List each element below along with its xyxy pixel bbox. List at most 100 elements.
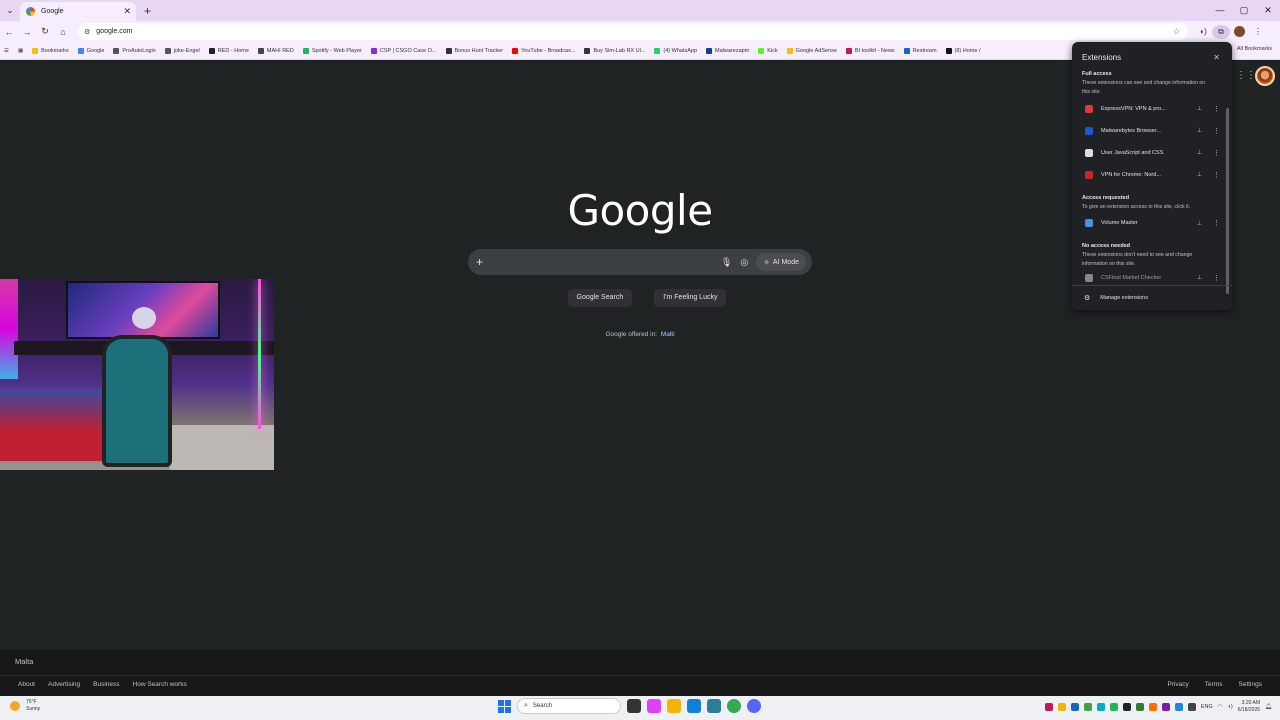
sidebar-toggle-icon[interactable]: ☰ [4,48,9,54]
weather-widget[interactable]: 75°F Sunny [10,699,40,712]
extensions-scrollbar[interactable] [1226,108,1229,294]
extension-item[interactable]: ExpressVPN: VPN & pro... ⊥ ⋮ [1082,98,1222,120]
tray-app-icon[interactable] [1109,702,1118,711]
maximize-icon[interactable]: ▢ [1232,0,1256,21]
bookmark-item[interactable]: ProAutoLogin [113,47,156,54]
close-window-icon[interactable]: ✕ [1256,0,1280,21]
bookmark-item[interactable]: Bookmarks [32,47,69,54]
footer-link-advertising[interactable]: Advertising [48,681,80,688]
pin-icon[interactable]: ⊥ [1197,171,1202,178]
all-bookmarks-button[interactable]: All Bookmarks [1237,46,1272,52]
reload-icon[interactable]: ↻ [36,26,54,37]
site-info-icon[interactable]: ⚙ [84,28,90,36]
menu-kebab-icon[interactable]: ⋮ [1249,27,1267,36]
edge-icon[interactable] [687,699,701,713]
bookmark-item[interactable]: Google [77,47,104,54]
tray-app-icon[interactable] [1187,702,1196,711]
more-options-icon[interactable]: ⋮ [1213,274,1220,282]
bookmark-item[interactable]: YouTube - Broadcas... [512,47,575,54]
windows-start-icon[interactable] [498,699,511,713]
footer-link-settings[interactable]: Settings [1239,681,1263,688]
apps-grid-icon[interactable]: ▦ [18,48,23,54]
tray-app-icon[interactable] [1174,702,1183,711]
more-options-icon[interactable]: ⋮ [1213,105,1220,113]
taskbar-search[interactable]: ⌕ Search [517,698,621,714]
tray-app-icon[interactable] [1057,702,1066,711]
search-box[interactable]: + 🎙 ◎ ✧ AI Mode [468,249,812,275]
footer-link-about[interactable]: About [18,681,35,688]
clock[interactable]: 3:20 AM 6/18/2026 [1238,700,1260,713]
voice-search-icon[interactable]: 🎙 [721,257,732,268]
store-icon[interactable] [707,699,721,713]
close-icon[interactable]: ✕ [1213,53,1220,62]
google-account-avatar[interactable] [1255,66,1275,86]
bookmark-item[interactable]: (4) WhatsApp [654,47,697,54]
bookmark-item[interactable]: CSP | CSGO Case O... [370,47,437,54]
bookmark-item[interactable]: Kick [758,47,778,54]
profile-avatar[interactable] [1234,26,1245,37]
tray-app-icon[interactable] [1096,702,1105,711]
bookmark-item[interactable]: Buy Sim-Lab RX Ul... [584,47,645,54]
pin-icon[interactable]: ⊥ [1197,149,1202,156]
search-input[interactable] [491,257,713,267]
more-options-icon[interactable]: ⋮ [1213,127,1220,135]
footer-link-terms[interactable]: Terms [1205,681,1223,688]
extensions-puzzle-icon[interactable]: ⧉ [1212,24,1230,39]
volume-icon[interactable]: ◖) [1228,704,1233,710]
bookmark-star-icon[interactable]: ☆ [1173,27,1180,36]
bookmark-item[interactable]: Malwarezapm [706,47,749,54]
google-search-button[interactable]: Google Search [567,289,633,307]
tray-app-icon[interactable] [1070,702,1079,711]
manage-extensions-button[interactable]: ⚙ Manage extensions [1072,285,1232,310]
address-bar[interactable]: ⚙ google.com ☆ [78,23,1188,40]
tray-app-icon[interactable] [1083,702,1092,711]
more-options-icon[interactable]: ⋮ [1213,149,1220,157]
file-explorer-icon[interactable] [667,699,681,713]
footer-link-how-search-works[interactable]: How Search works [133,681,187,688]
tab-search-icon[interactable]: ⌄ [0,5,20,16]
footer-link-privacy[interactable]: Privacy [1167,681,1188,688]
tray-app-icon[interactable] [1161,702,1170,711]
task-view-icon[interactable] [627,699,641,713]
tray-app-icon[interactable] [1135,702,1144,711]
back-icon[interactable]: ← [0,27,18,37]
extension-item[interactable]: Malwarebytes Browser... ⊥ ⋮ [1082,120,1222,142]
volume-master-icon[interactable]: ◖) [1194,27,1212,36]
bookmark-item[interactable]: joke-Engel [164,47,200,54]
extension-item[interactable]: User JavaScript and CSS ⊥ ⋮ [1082,142,1222,164]
tray-app-icon[interactable] [1044,702,1053,711]
minimize-icon[interactable]: — [1208,0,1232,21]
feeling-lucky-button[interactable]: I'm Feeling Lucky [654,289,727,307]
language-link[interactable]: Malti [661,331,675,338]
chrome-icon[interactable] [727,699,741,713]
bookmark-item[interactable]: RED - Home [208,47,249,54]
pin-icon[interactable]: ⊥ [1197,274,1202,281]
extension-item[interactable]: CSFloat Market Checker ⊥ ⋮ [1082,270,1222,286]
pin-icon[interactable]: ⊥ [1197,127,1202,134]
bookmark-item[interactable]: Spotify - Web Player [302,47,362,54]
bookmark-item[interactable]: (8) Home / [945,47,981,54]
forward-icon[interactable]: → [18,27,36,37]
lang-indicator[interactable]: ENG [1201,704,1213,710]
home-icon[interactable]: ⌂ [54,27,72,37]
close-tab-icon[interactable]: ✕ [123,6,131,17]
discord-icon[interactable] [747,699,761,713]
tray-app-icon[interactable] [1148,702,1157,711]
tab-google[interactable]: Google ✕ [20,2,136,21]
more-options-icon[interactable]: ⋮ [1213,171,1220,179]
pin-icon[interactable]: ⊥ [1197,220,1202,227]
bookmark-item[interactable]: BI toolkit - News [845,47,895,54]
pin-icon[interactable]: ⊥ [1197,105,1202,112]
notifications-bell-icon[interactable]: 🔔︎ [1265,704,1272,710]
bookmark-item[interactable]: Bonus Hunt Tracker [445,47,503,54]
wifi-icon[interactable]: ◠ [1218,704,1223,710]
bookmark-item[interactable]: MAHI RED [257,47,294,54]
bookmark-item[interactable]: Google AdSense [786,47,837,54]
add-attachment-icon[interactable]: + [476,255,483,269]
copilot-icon[interactable] [647,699,661,713]
bookmark-item[interactable]: Restream [903,47,937,54]
tray-app-icon[interactable] [1122,702,1131,711]
more-options-icon[interactable]: ⋮ [1213,219,1220,227]
ai-mode-button[interactable]: ✧ AI Mode [756,253,806,271]
lens-search-icon[interactable]: ◎ [740,257,748,268]
